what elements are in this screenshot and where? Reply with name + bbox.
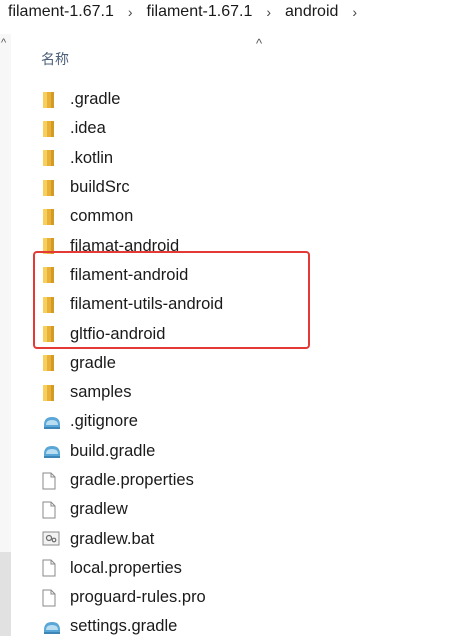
file-list-item[interactable]: .gradle — [38, 85, 458, 114]
file-name: .gitignore — [70, 412, 138, 431]
file-list-item[interactable]: build.gradle — [38, 437, 458, 466]
folder-icon — [42, 264, 68, 286]
file-name: filamat-android — [70, 236, 180, 255]
folder-icon — [42, 323, 68, 345]
file-list-item[interactable]: gradlew.bat — [38, 524, 458, 553]
file-name: .kotlin — [70, 148, 114, 167]
file-list-item[interactable]: .idea — [38, 114, 458, 143]
file-list-item[interactable]: settings.gradle — [38, 612, 458, 636]
file-explorer-window: filament-1.67.1 › filament-1.67.1 › andr… — [0, 0, 465, 636]
folder-icon — [42, 177, 68, 199]
gradle-file-icon — [42, 616, 68, 636]
file-name: .idea — [70, 119, 106, 138]
folder-icon — [42, 352, 68, 374]
file-list-item[interactable]: samples — [38, 378, 458, 407]
file-name: settings.gradle — [70, 617, 178, 636]
bat-file-icon — [42, 528, 68, 550]
file-list-item[interactable]: gradle.properties — [38, 466, 458, 495]
sort-ascending-icon: ^ — [256, 36, 263, 51]
file-name: build.gradle — [70, 441, 156, 460]
file-name: buildSrc — [70, 178, 130, 197]
file-list-item[interactable]: filament-utils-android — [38, 290, 458, 319]
file-list-item[interactable]: buildSrc — [38, 173, 458, 202]
folder-icon — [42, 294, 68, 316]
chevron-right-icon[interactable]: › — [338, 4, 357, 20]
file-name: gradlew.bat — [70, 529, 155, 548]
file-name: gradlew — [70, 500, 128, 519]
column-header-name[interactable]: 名称 — [41, 49, 69, 69]
blank-file-icon — [42, 470, 68, 492]
breadcrumb: filament-1.67.1 › filament-1.67.1 › andr… — [0, 0, 357, 24]
file-list: .gradle .idea .kotlin buildSrc common filamat… — [38, 85, 458, 636]
blank-file-icon — [42, 587, 68, 609]
file-name: local.properties — [70, 558, 182, 577]
file-list-item[interactable]: proguard-rules.pro — [38, 583, 458, 612]
navigation-pane-edge — [0, 34, 11, 636]
scrollbar[interactable] — [0, 552, 11, 636]
file-name: samples — [70, 383, 132, 402]
file-list-item[interactable]: filament-android — [38, 261, 458, 290]
gradle-file-icon — [42, 440, 68, 462]
breadcrumb-item-folder[interactable]: filament-1.67.1 — [147, 3, 253, 21]
folder-icon — [42, 147, 68, 169]
chevron-right-icon[interactable]: › — [114, 4, 147, 20]
file-list-item[interactable]: filamat-android — [38, 231, 458, 260]
file-list-item[interactable]: gradle — [38, 349, 458, 378]
file-list-item[interactable]: local.properties — [38, 554, 458, 583]
folder-icon — [42, 235, 68, 257]
folder-icon — [42, 89, 68, 111]
file-name: gradle.properties — [70, 471, 194, 489]
breadcrumb-item-root[interactable]: filament-1.67.1 — [0, 3, 114, 21]
file-list-item[interactable]: .gitignore — [38, 407, 458, 436]
file-list-item[interactable]: gradlew — [38, 495, 458, 524]
chevron-right-icon[interactable]: › — [252, 4, 285, 20]
blank-file-icon — [42, 499, 68, 521]
folder-icon — [42, 118, 68, 140]
file-name: gltfio-android — [70, 324, 166, 343]
folder-icon — [42, 382, 68, 404]
blank-file-icon — [42, 557, 68, 579]
gradle-file-icon — [42, 411, 68, 433]
file-name: gradle — [70, 353, 116, 372]
file-name: .gradle — [70, 90, 121, 109]
file-list-item[interactable]: common — [38, 202, 458, 231]
file-name: filament-android — [70, 265, 189, 284]
breadcrumb-item-current[interactable]: android — [285, 3, 338, 21]
file-list-item[interactable]: gltfio-android — [38, 319, 458, 348]
scroll-up-arrow-icon[interactable]: ^ — [1, 38, 6, 49]
file-name: filament-utils-android — [70, 295, 224, 314]
file-name: common — [70, 207, 134, 226]
folder-icon — [42, 206, 68, 228]
file-list-item[interactable]: .kotlin — [38, 144, 458, 173]
file-name: proguard-rules.pro — [70, 588, 206, 607]
